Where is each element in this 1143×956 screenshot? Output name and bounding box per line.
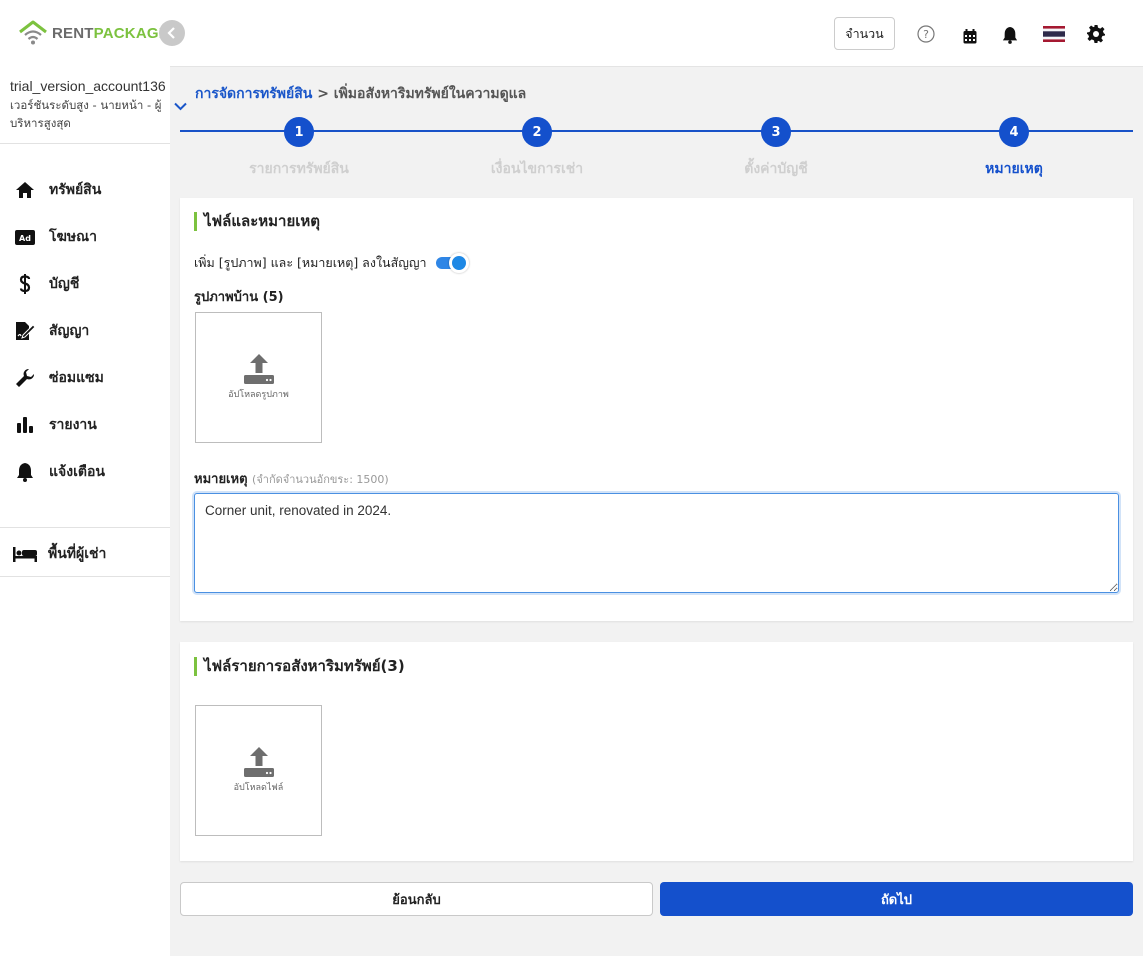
note-hint: (จำกัดจำนวนอักขระ: 1500) <box>252 473 389 486</box>
card-title: ไฟล์รายการอสังหาริมทรัพย์(3) <box>194 657 405 676</box>
step-4-circle[interactable]: 4 <box>999 117 1029 147</box>
upload-icon <box>243 747 274 777</box>
sidebar-item-label: ทรัพย์สิน <box>49 182 102 198</box>
breadcrumb-current: เพิ่มอสังหาริมทรัพย์ในความดูแล <box>333 86 527 102</box>
sidebar-item-label: โฆษณา <box>49 229 97 245</box>
step-3-label: ตั้งค่าบัญชี <box>744 161 808 177</box>
gear-icon[interactable] <box>1086 24 1106 44</box>
bed-icon <box>12 543 38 565</box>
note-label: หมายเหตุ (จำกัดจำนวนอักขระ: 1500) <box>194 472 389 487</box>
toggle-label: เพิ่ม [รูปภาพ] และ [หมายเหตุ] ลงในสัญญา <box>194 255 427 270</box>
sidebar-item-label: พื้นที่ผู้เช่า <box>48 546 107 562</box>
contract-icon <box>14 320 36 342</box>
next-button[interactable]: ถัดไป <box>660 882 1133 916</box>
sidebar-item-accounts[interactable]: บัญชี <box>14 272 79 296</box>
account-expand-button[interactable] <box>174 100 187 115</box>
sidebar-item-ads[interactable]: Ad โฆษณา <box>14 225 97 249</box>
bell-icon[interactable] <box>1000 25 1020 45</box>
account-info: trial_version_account136 เวอร์ชันระดับสู… <box>10 78 166 132</box>
home-icon <box>14 179 36 201</box>
sidebar-item-label: บัญชี <box>49 276 80 292</box>
divider <box>0 576 170 577</box>
step-2-label: เงื่อนไขการเช่า <box>490 161 584 177</box>
brand-logo[interactable]: RENTPACKAGE <box>18 20 169 46</box>
stepper-line <box>180 130 1133 132</box>
breadcrumb: การจัดการทรัพย์สิน > เพิ่มอสังหาริมทรัพย… <box>195 83 526 105</box>
top-bar: จำนวน ? <box>170 0 1143 67</box>
sidebar-collapse-button[interactable] <box>159 20 185 46</box>
dollar-icon <box>14 273 36 295</box>
back-button[interactable]: ย้อนกลับ <box>180 882 653 916</box>
chevron-down-icon <box>174 102 187 111</box>
upload-file-button[interactable]: อัปโหลดไฟล์ <box>195 705 322 836</box>
chevron-left-icon <box>167 27 175 39</box>
step-1-label: รายการทรัพย์สิน <box>249 161 349 177</box>
breadcrumb-root-link[interactable]: การจัดการทรัพย์สิน <box>195 86 312 102</box>
thai-flag-icon[interactable] <box>1042 24 1066 44</box>
sidebar-item-reports[interactable]: รายงาน <box>14 413 97 437</box>
sidebar-item-tenant-area[interactable]: พื้นที่ผู้เช่า <box>12 542 106 566</box>
step-4-label: หมายเหตุ <box>985 161 1043 177</box>
help-icon[interactable]: ? <box>916 24 936 44</box>
asset-files-card: ไฟล์รายการอสังหาริมทรัพย์(3) อัปโหลดไฟล์ <box>180 642 1133 861</box>
wrench-icon <box>14 367 36 389</box>
sidebar-item-label: ซ่อมแซม <box>49 370 104 386</box>
upload-photo-label: อัปโหลดรูปภาพ <box>228 390 289 400</box>
upload-photo-button[interactable]: อัปโหลดรูปภาพ <box>195 312 322 443</box>
account-role: เวอร์ชันระดับสูง - นายหน้า - ผู้บริหารสู… <box>10 98 162 130</box>
sidebar-item-repairs[interactable]: ซ่อมแซม <box>14 366 104 390</box>
note-textarea[interactable] <box>194 493 1119 593</box>
sidebar-item-contracts[interactable]: สัญญา <box>14 319 89 343</box>
quantity-button[interactable]: จำนวน <box>834 17 895 50</box>
sidebar-item-notifications[interactable]: แจ้งเตือน <box>14 460 105 484</box>
bell-icon <box>14 461 36 483</box>
step-2-circle[interactable]: 2 <box>522 117 552 147</box>
divider <box>0 143 170 144</box>
step-1-circle[interactable]: 1 <box>284 117 314 147</box>
account-name: trial_version_account136 <box>10 78 166 94</box>
sidebar-item-label: แจ้งเตือน <box>49 464 105 480</box>
svg-text:Ad: Ad <box>19 234 31 243</box>
house-photos-label: รูปภาพบ้าน (5) <box>194 290 284 305</box>
brand-name: RENTPACKAGE <box>52 24 169 42</box>
card-title: ไฟล์และหมายเหตุ <box>194 212 320 231</box>
add-to-contract-toggle[interactable] <box>435 253 469 273</box>
sidebar-item-label: รายงาน <box>49 417 97 433</box>
step-3-circle[interactable]: 3 <box>761 117 791 147</box>
divider <box>0 527 170 528</box>
wifi-home-icon <box>19 20 47 45</box>
bar-chart-icon <box>14 414 36 436</box>
sidebar: RENTPACKAGE trial_version_account136 เวอ… <box>0 0 170 956</box>
files-notes-card: ไฟล์และหมายเหตุ เพิ่ม [รูปภาพ] และ [หมาย… <box>180 198 1133 621</box>
ad-icon: Ad <box>14 226 36 248</box>
sidebar-item-label: สัญญา <box>49 323 90 339</box>
upload-icon <box>243 354 274 384</box>
breadcrumb-separator: > <box>317 86 329 102</box>
sidebar-item-assets[interactable]: ทรัพย์สิน <box>14 178 101 202</box>
calendar-icon[interactable] <box>960 26 980 46</box>
add-to-contract-toggle-row: เพิ่ม [รูปภาพ] และ [หมายเหตุ] ลงในสัญญา <box>194 253 469 273</box>
upload-file-label: อัปโหลดไฟล์ <box>233 783 284 793</box>
logo-row: RENTPACKAGE <box>0 0 170 66</box>
svg-text:?: ? <box>923 28 929 41</box>
